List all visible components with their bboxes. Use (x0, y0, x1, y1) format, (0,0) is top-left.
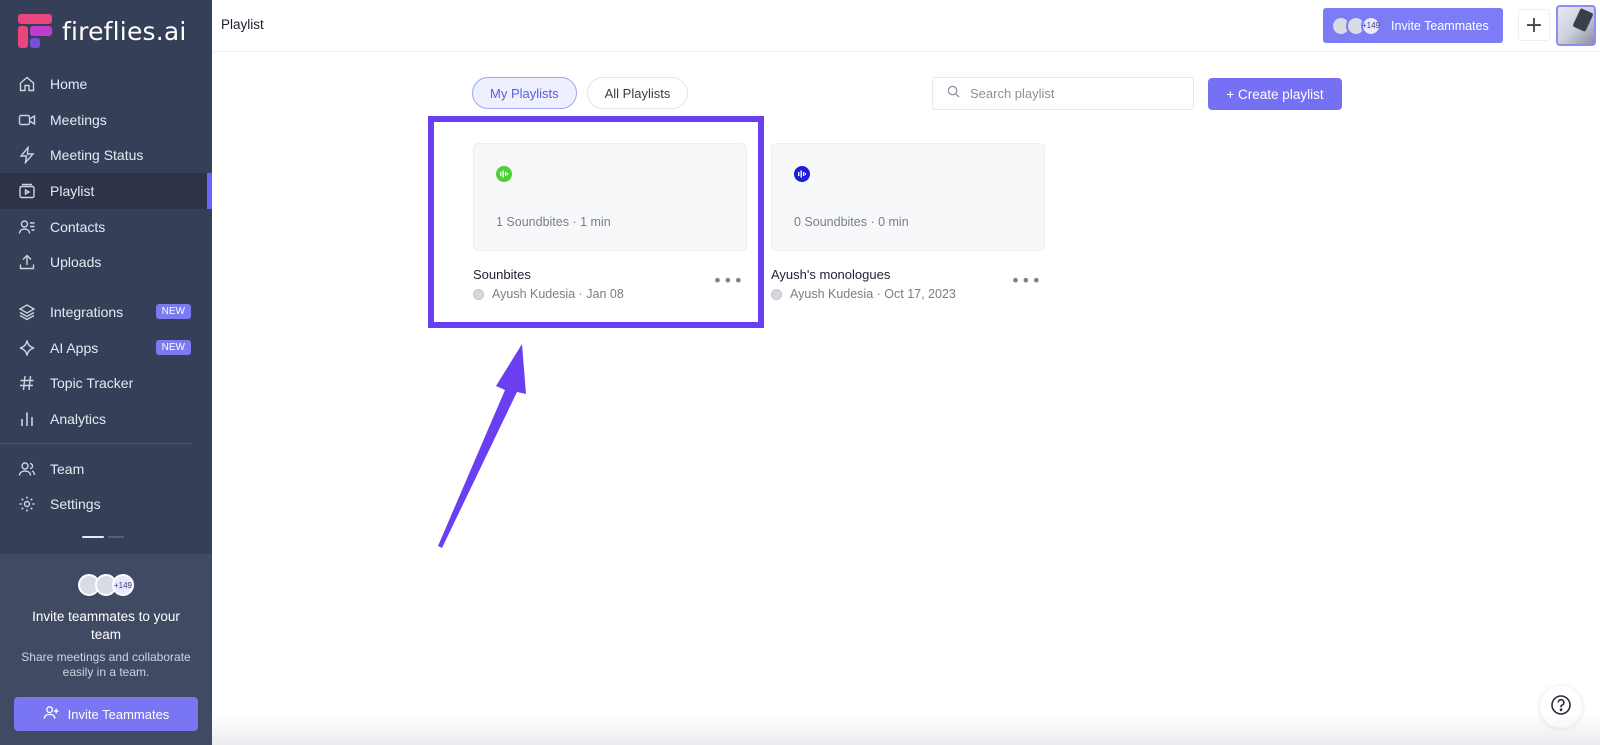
search-input[interactable] (970, 86, 1170, 101)
app-root: fireflies.ai Home Meetings Meeting Statu… (0, 0, 1600, 745)
page-title: Playlist (221, 17, 264, 32)
hash-icon (18, 374, 36, 392)
top-bar: Playlist +149 Invite Teammates + (212, 0, 1600, 52)
sidebar-item-ai-apps[interactable]: AI Apps NEW (0, 330, 212, 366)
sidebar-scroll-indicator (82, 536, 124, 538)
invite-panel-title: Invite teammates to your team (32, 609, 180, 642)
sidebar-item-label: Uploads (50, 254, 102, 271)
playlist-meta: 0 Soundbites · 0 min (794, 215, 909, 229)
soundbite-icon (794, 166, 810, 182)
brand-name: fireflies.ai (62, 16, 187, 46)
sidebar-item-team[interactable]: Team (0, 451, 212, 487)
sidebar-item-label: AI Apps (50, 339, 99, 356)
fireflies-logo-icon (18, 14, 52, 48)
teammate-avatars: +149 (0, 574, 212, 596)
playlist-card: 0 Soundbites · 0 min Ayush's monologues … (771, 143, 1045, 301)
team-icon (18, 460, 36, 478)
sidebar: fireflies.ai Home Meetings Meeting Statu… (0, 0, 212, 745)
header-invite-label: Invite Teammates (1391, 18, 1489, 33)
gear-icon (18, 495, 36, 513)
playlist-title[interactable]: Ayush's monologues (771, 267, 1045, 282)
sidebar-item-label: Integrations (50, 303, 124, 320)
sidebar-item-label: Settings (50, 496, 101, 513)
playlist-icon (18, 182, 36, 200)
playlist-tabs: My Playlists All Playlists (472, 77, 689, 109)
invite-teammates-button[interactable]: Invite Teammates (14, 697, 198, 731)
sidebar-item-label: Contacts (50, 218, 106, 235)
sidebar-item-integrations[interactable]: Integrations NEW (0, 294, 212, 330)
sidebar-item-label: Home (50, 75, 88, 92)
sidebar-item-meeting-status[interactable]: Meeting Status (0, 137, 212, 173)
contacts-icon (18, 218, 36, 236)
invite-panel: +149 Invite teammates to your team Share… (0, 554, 212, 745)
nav-divider (0, 442, 192, 444)
tab-all-playlists[interactable]: All Playlists (586, 77, 689, 109)
playlist-owner-text: Ayush Kudesia · Oct 17, 2023 (790, 287, 956, 301)
more-options-button[interactable]: ••• (1011, 271, 1042, 290)
avatar-overflow-count: +149 (1361, 15, 1381, 36)
plus-icon: + (1524, 12, 1544, 38)
create-playlist-button[interactable]: + Create playlist (1208, 78, 1342, 110)
sidebar-item-label: Meetings (50, 111, 107, 128)
invite-button-label: Invite Teammates (67, 706, 170, 722)
tab-my-playlists[interactable]: My Playlists (472, 77, 577, 109)
sidebar-item-topic-tracker[interactable]: Topic Tracker (0, 366, 212, 402)
add-button[interactable]: + (1518, 9, 1550, 41)
sidebar-item-label: Meeting Status (50, 147, 144, 164)
avatar-overflow-count: +149 (112, 574, 134, 596)
sidebar-item-contacts[interactable]: Contacts (0, 209, 212, 245)
sidebar-item-label: Team (50, 460, 85, 477)
sparkle-icon (18, 339, 36, 357)
search-icon (947, 85, 960, 103)
playlist-owner: Ayush Kudesia · Oct 17, 2023 (771, 287, 1045, 301)
playlist-card-body[interactable]: 0 Soundbites · 0 min (771, 143, 1045, 251)
add-user-icon (43, 704, 60, 724)
annotation-arrow-icon (438, 344, 526, 548)
home-icon (18, 75, 36, 93)
bar-chart-icon (18, 410, 36, 428)
avatar (771, 288, 782, 300)
sidebar-item-home[interactable]: Home (0, 66, 212, 102)
sidebar-item-label: Playlist (50, 182, 95, 199)
profile-avatar[interactable] (1556, 5, 1596, 46)
new-badge: NEW (155, 340, 191, 356)
search-box[interactable] (932, 77, 1194, 110)
video-icon (18, 111, 36, 129)
sidebar-item-meetings[interactable]: Meetings (0, 102, 212, 138)
bottom-shade (212, 715, 1600, 745)
bolt-icon (18, 146, 36, 165)
sidebar-nav: Home Meetings Meeting Status Playlist Co… (0, 66, 212, 522)
brand-logo[interactable]: fireflies.ai (18, 14, 187, 48)
highlight-box (428, 116, 764, 328)
sidebar-item-playlist[interactable]: Playlist (0, 173, 212, 209)
sidebar-item-settings[interactable]: Settings (0, 487, 212, 523)
invite-panel-subtitle: Share meetings and collaborate easily in… (21, 650, 191, 679)
new-badge: NEW (155, 304, 191, 320)
sidebar-item-label: Analytics (50, 411, 107, 428)
layers-icon (18, 303, 36, 321)
teammate-avatars: +149 (1331, 15, 1381, 36)
sidebar-item-label: Topic Tracker (50, 375, 134, 392)
upload-icon (18, 253, 36, 271)
sidebar-item-uploads[interactable]: Uploads (0, 244, 212, 280)
header-invite-teammates-button[interactable]: +149 Invite Teammates (1323, 8, 1503, 43)
sidebar-item-analytics[interactable]: Analytics (0, 401, 212, 437)
